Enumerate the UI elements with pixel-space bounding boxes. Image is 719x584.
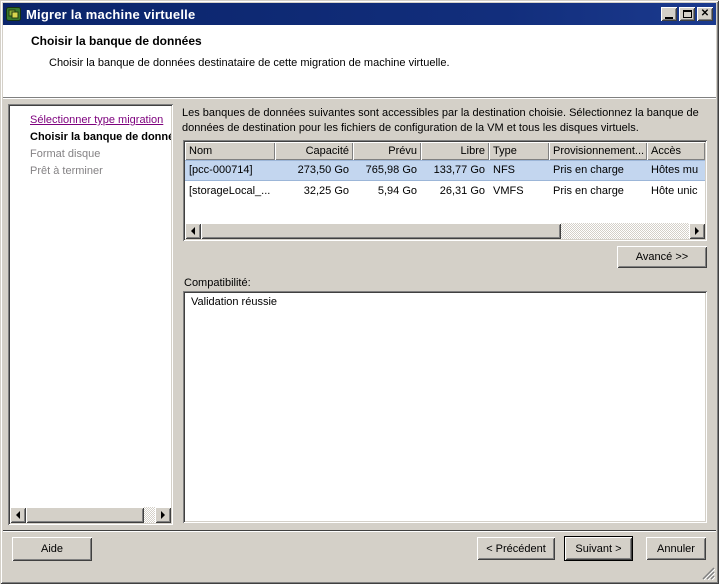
cell-nom: [pcc-000714] <box>185 160 275 181</box>
cell-acces: Hôte unic <box>647 181 705 202</box>
cell-libre: 133,77 Go <box>421 160 489 181</box>
window-title: Migrer la machine virtuelle <box>26 7 659 22</box>
cancel-button[interactable]: Annuler <box>646 537 706 560</box>
step-select-migration-type[interactable]: Sélectionner type migration <box>10 112 171 129</box>
next-button[interactable]: Suivant > <box>565 537 632 560</box>
scroll-right-icon <box>695 227 699 235</box>
next-button-default-ring: Suivant > <box>564 536 633 561</box>
page-subtitle: Choisir la banque de données destinatair… <box>49 57 450 69</box>
column-header-nom[interactable]: Nom <box>185 142 275 160</box>
column-header-libre[interactable]: Libre <box>421 142 489 160</box>
sidebar-horizontal-scrollbar[interactable] <box>10 507 171 523</box>
table-row-storagelocal[interactable]: [storageLocal_... 32,25 Go 5,94 Go 26,31… <box>185 181 705 202</box>
minimize-button[interactable] <box>661 7 677 21</box>
scrollbar-thumb[interactable] <box>26 507 144 523</box>
maximize-button[interactable] <box>679 7 695 21</box>
table-row-pcc-000714[interactable]: [pcc-000714] 273,50 Go 765,98 Go 133,77 … <box>185 160 705 181</box>
compatibility-label: Compatibilité: <box>184 277 251 289</box>
compatibility-panel: Validation réussie <box>183 291 707 523</box>
column-header-prevu[interactable]: Prévu <box>353 142 421 160</box>
back-button[interactable]: < Précédent <box>477 537 555 560</box>
scroll-right-button[interactable] <box>689 223 705 239</box>
step-ready-to-complete: Prêt à terminer <box>10 163 171 180</box>
cell-type: VMFS <box>489 181 549 202</box>
cell-provisionnement: Pris en charge <box>549 181 647 202</box>
scroll-left-button[interactable] <box>10 507 26 523</box>
cell-capacite: 273,50 Go <box>275 160 353 181</box>
column-header-acces[interactable]: Accès <box>647 142 705 160</box>
scroll-left-icon <box>16 511 20 519</box>
maximize-icon <box>683 10 692 18</box>
help-button[interactable]: Aide <box>12 537 92 561</box>
page-title: Choisir la banque de données <box>31 34 202 48</box>
scrollbar-track[interactable] <box>561 223 689 239</box>
column-header-type[interactable]: Type <box>489 142 549 160</box>
scroll-left-button[interactable] <box>185 223 201 239</box>
step-disk-format: Format disque <box>10 146 171 163</box>
table-horizontal-scrollbar[interactable] <box>185 223 705 239</box>
close-icon: ✕ <box>701 9 709 19</box>
compatibility-status: Validation réussie <box>185 293 705 311</box>
cell-prevu: 5,94 Go <box>353 181 421 202</box>
footer-divider <box>3 530 716 532</box>
advanced-button[interactable]: Avancé >> <box>617 246 707 268</box>
wizard-steps-list: Sélectionner type migration Choisir la b… <box>10 106 171 180</box>
cell-type: NFS <box>489 160 549 181</box>
close-button[interactable]: ✕ <box>697 7 713 21</box>
scroll-right-icon <box>161 511 165 519</box>
cell-nom: [storageLocal_... <box>185 181 275 202</box>
scrollbar-thumb[interactable] <box>201 223 561 239</box>
table-header-row: Nom Capacité Prévu Libre Type Provisionn… <box>185 142 705 160</box>
column-header-capacite[interactable]: Capacité <box>275 142 353 160</box>
vmware-app-icon <box>6 6 22 22</box>
scroll-left-icon <box>191 227 195 235</box>
cell-libre: 26,31 Go <box>421 181 489 202</box>
step-choose-datastore: Choisir la banque de données <box>10 129 171 146</box>
migrate-vm-wizard-window: Migrer la machine virtuelle ✕ Choisir la… <box>0 0 719 584</box>
resize-grip-icon[interactable] <box>702 567 715 580</box>
cell-acces: Hôtes mu <box>647 160 705 181</box>
scroll-right-button[interactable] <box>155 507 171 523</box>
wizard-header: Choisir la banque de données Choisir la … <box>3 25 716 97</box>
cell-provisionnement: Pris en charge <box>549 160 647 181</box>
datastore-table: Nom Capacité Prévu Libre Type Provisionn… <box>183 140 707 241</box>
wizard-steps-panel: Sélectionner type migration Choisir la b… <box>8 104 173 525</box>
datastore-description: Les banques de données suivantes sont ac… <box>182 106 709 136</box>
header-divider <box>3 97 716 99</box>
column-header-provisionnement[interactable]: Provisionnement... <box>549 142 647 160</box>
cell-prevu: 765,98 Go <box>353 160 421 181</box>
title-bar[interactable]: Migrer la machine virtuelle ✕ <box>3 3 716 25</box>
cell-capacite: 32,25 Go <box>275 181 353 202</box>
scrollbar-track[interactable] <box>144 507 155 523</box>
minimize-icon <box>665 17 673 19</box>
